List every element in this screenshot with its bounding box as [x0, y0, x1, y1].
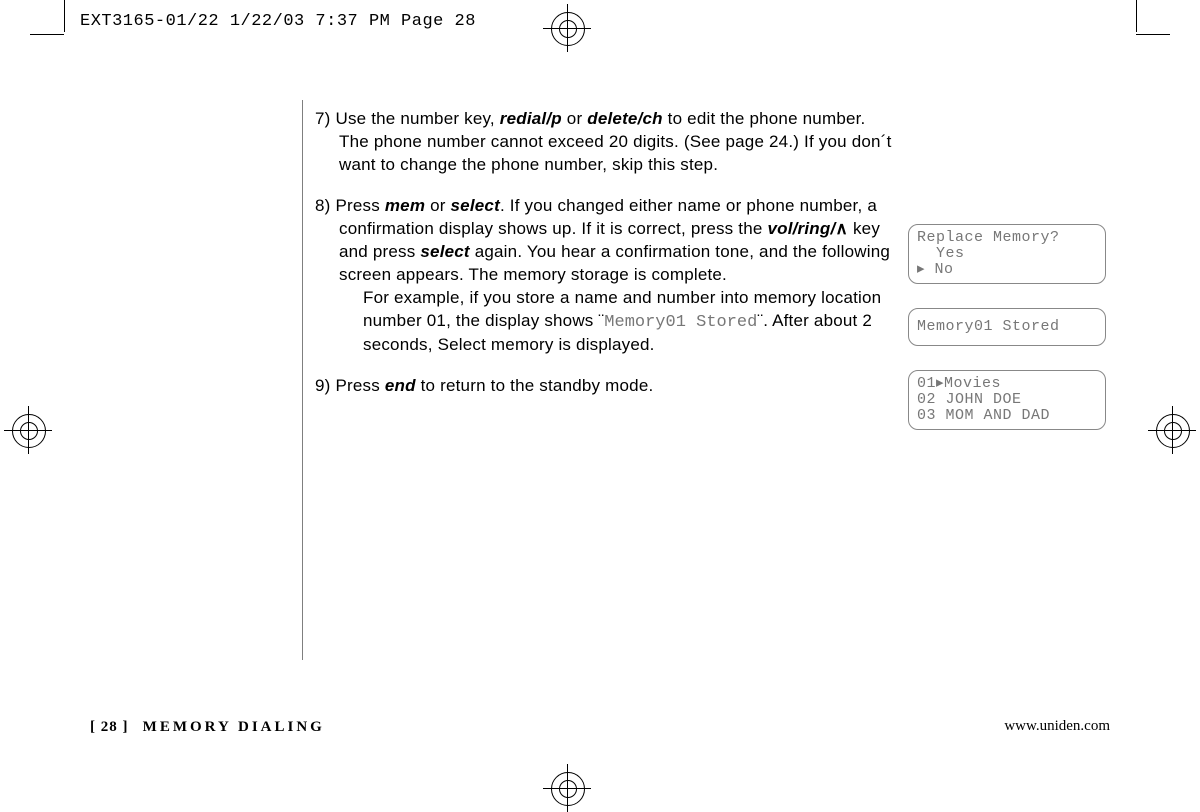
content-vertical-rule: [302, 100, 303, 660]
step-8: 8) Press mem or select. If you changed e…: [315, 195, 895, 358]
cursor-icon: ▸: [936, 375, 944, 392]
lcd-inline-text: Memory01 Stored: [604, 313, 757, 332]
caret-up-icon: ∧: [835, 219, 848, 238]
key-vol-ring: vol/ring/: [767, 219, 835, 238]
lcd-line: 01▸Movies: [917, 375, 1001, 392]
step-9: 9) Press end to return to the standby mo…: [315, 375, 895, 398]
cropmark: [1136, 34, 1170, 35]
section-title: MEMORY DIALING: [143, 719, 325, 735]
cropmark: [30, 34, 64, 35]
lcd-column: Replace Memory? Yes ▸ No Memory01 Stored…: [908, 224, 1106, 454]
text: or: [425, 196, 450, 215]
page-footer: [ 28 ] MEMORY DIALING www.uniden.com: [90, 718, 1110, 736]
cropmark: [64, 0, 65, 32]
lcd-replace-memory: Replace Memory? Yes ▸ No: [908, 224, 1106, 284]
text: or: [562, 109, 587, 128]
lcd-memory-stored: Memory01 Stored: [908, 308, 1106, 346]
registration-mark-left: [8, 410, 48, 450]
cropmark: [1136, 0, 1137, 32]
text: Press: [335, 376, 384, 395]
registration-mark-top: [547, 8, 587, 48]
key-delete-ch: delete/ch: [587, 109, 663, 128]
key-end: end: [385, 376, 416, 395]
text: Press: [335, 196, 384, 215]
step-7: 7) Use the number key, redial/p or delet…: [315, 108, 895, 177]
key-select: select: [420, 242, 469, 261]
lcd-memory-list: 01▸Movies 02 JOHN DOE 03 MOM AND DAD: [908, 370, 1106, 430]
lcd-line: Yes: [917, 245, 965, 262]
lcd-line: 02 JOHN DOE: [917, 391, 1022, 408]
cursor-icon: ▸: [917, 261, 925, 278]
body-text: 7) Use the number key, redial/p or delet…: [315, 108, 895, 416]
footer-url: www.uniden.com: [1004, 718, 1110, 735]
registration-mark-bottom: [547, 768, 587, 808]
text: Use the number key,: [335, 109, 499, 128]
step-num: 8): [315, 196, 331, 215]
lcd-line: Replace Memory?: [917, 229, 1060, 246]
text: to return to the standby mode.: [416, 376, 654, 395]
print-slug: EXT3165-01/22 1/22/03 7:37 PM Page 28: [80, 12, 476, 31]
page-number: [ 28 ]: [90, 719, 129, 735]
step-num: 9): [315, 376, 331, 395]
lcd-line: 03 MOM AND DAD: [917, 407, 1050, 424]
key-redial-p: redial/p: [500, 109, 562, 128]
registration-mark-right: [1152, 410, 1192, 450]
key-mem: mem: [385, 196, 425, 215]
key-select: select: [451, 196, 500, 215]
lcd-line: No: [925, 261, 954, 278]
step-num: 7): [315, 109, 331, 128]
lcd-line: Memory01 Stored: [917, 318, 1060, 335]
